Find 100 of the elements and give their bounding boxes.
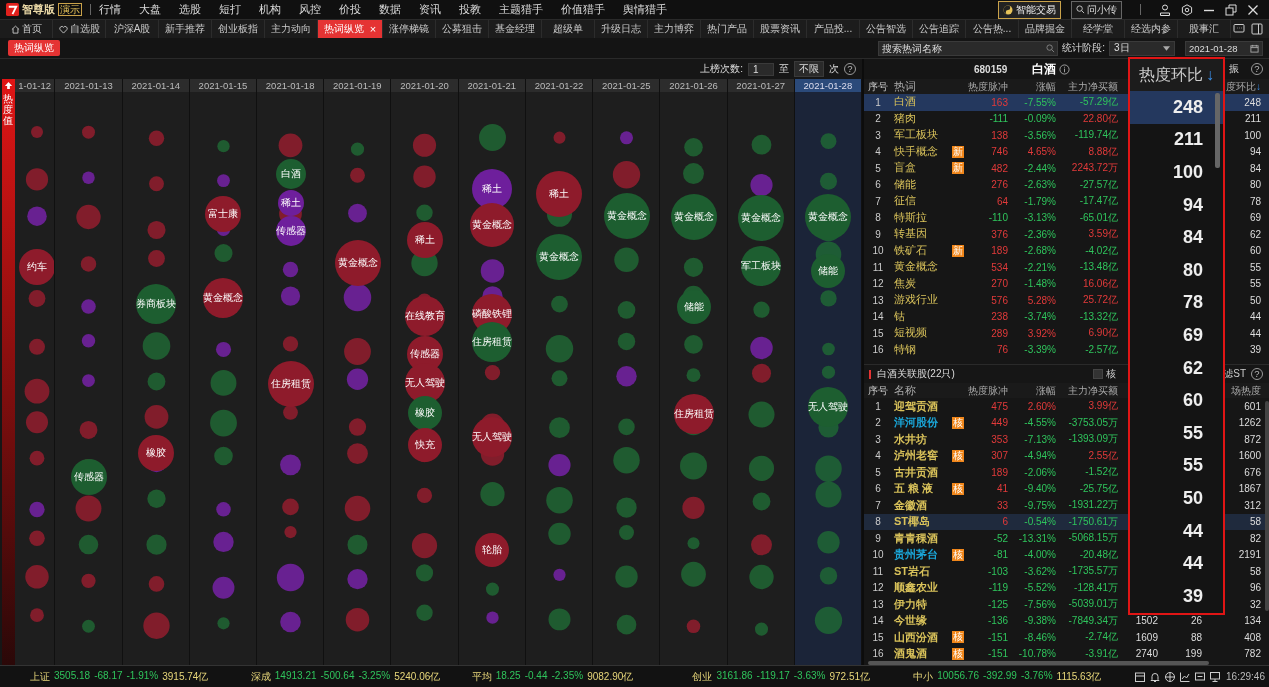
date-header[interactable]: 1-01-12: [14, 79, 55, 92]
topic-bubble[interactable]: 黄金概念: [603, 192, 650, 239]
topic-bubble[interactable]: 在线教育: [404, 295, 445, 336]
stock-name[interactable]: 酒鬼酒: [894, 647, 927, 660]
search-field[interactable]: 搜索热词名称: [878, 40, 1059, 56]
topic-bubble[interactable]: 住房租赁: [267, 360, 314, 407]
date-header[interactable]: 2021-01-27: [727, 79, 794, 92]
menu-item[interactable]: 行情: [99, 2, 121, 17]
calendar-icon[interactable]: [1134, 670, 1147, 683]
topic-bubble[interactable]: 黄金概念: [334, 239, 381, 286]
menu-item[interactable]: 投教: [459, 2, 481, 17]
date-field[interactable]: 2021-01-28: [1185, 40, 1263, 56]
stock-name[interactable]: 泸州老窖: [894, 449, 938, 462]
column-header[interactable]: 名称: [892, 383, 950, 398]
date-header[interactable]: 2021-01-25: [593, 79, 660, 92]
topic-bubble[interactable]: 快充: [407, 427, 442, 462]
topic-bubble[interactable]: 无人驾驶: [808, 387, 849, 428]
topic-bubble[interactable]: 黄金概念: [738, 195, 785, 242]
topic-bubble[interactable]: 黄金概念: [203, 278, 244, 319]
menu-item[interactable]: 主题猎手: [499, 2, 543, 17]
date-header[interactable]: 2021-01-14: [122, 79, 189, 92]
stock-name[interactable]: 贵州茅台: [894, 548, 938, 561]
topic-bubble[interactable]: 储能: [676, 290, 711, 325]
topic-bubble[interactable]: 稀土: [536, 171, 583, 218]
column-header[interactable]: 序号: [864, 383, 892, 398]
checkbox[interactable]: [1092, 369, 1103, 379]
menu-item[interactable]: 短打: [219, 2, 241, 17]
min-count-field[interactable]: 1: [748, 62, 774, 76]
column-header[interactable]: 序号: [864, 79, 892, 94]
menu-item[interactable]: 价值猎手: [561, 2, 605, 17]
menu-item[interactable]: 资讯: [419, 2, 441, 17]
menu-item[interactable]: 数据: [379, 2, 401, 17]
trade-button[interactable]: 智能交易: [998, 0, 1061, 19]
stock-name[interactable]: ST椰岛: [894, 515, 931, 528]
date-header[interactable]: 2021-01-18: [257, 79, 324, 92]
menu-item[interactable]: 舆情猎手: [623, 2, 667, 17]
column-header[interactable]: 主力净买额: [1058, 383, 1120, 398]
scrollbar-thumb[interactable]: [1215, 93, 1220, 168]
panel-icon[interactable]: [1251, 23, 1263, 35]
topic-bubble[interactable]: 传感器: [275, 216, 306, 247]
search-icon[interactable]: [1046, 43, 1056, 53]
assistant-search-button[interactable]: 问小传: [1071, 0, 1122, 19]
max-count-field[interactable]: 不限: [794, 61, 824, 77]
topic-bubble[interactable]: 黄金概念: [670, 193, 717, 240]
topic-bubble[interactable]: 黄金概念: [805, 193, 852, 240]
column-header[interactable]: 涨幅: [1010, 383, 1058, 398]
sort-arrow[interactable]: ↓: [1206, 66, 1214, 84]
date-header[interactable]: 2021-01-15: [189, 79, 257, 92]
menu-item[interactable]: 大盘: [139, 2, 161, 17]
topic-bubble[interactable]: 军工板块: [741, 245, 782, 286]
close-icon[interactable]: [1247, 3, 1259, 16]
topic-bubble[interactable]: 黄金概念: [470, 203, 515, 248]
restore-icon[interactable]: [1225, 3, 1237, 16]
user-icon[interactable]: [1159, 3, 1171, 16]
topic-bubble[interactable]: 券商板块: [136, 283, 177, 324]
checkbox-label[interactable]: 核: [1105, 367, 1116, 381]
column-header[interactable]: 涨幅: [1010, 79, 1058, 94]
column-header[interactable]: 主力净买额: [1058, 79, 1120, 94]
calendar-icon[interactable]: [1250, 43, 1259, 53]
stock-name[interactable]: 五 粮 液: [894, 482, 934, 495]
chat-icon[interactable]: [1233, 23, 1245, 35]
stock-name[interactable]: 今世缘: [894, 614, 927, 627]
topic-bubble[interactable]: 无人驾驶: [472, 416, 513, 457]
period-dropdown[interactable]: 3日: [1109, 40, 1175, 56]
stock-name[interactable]: 洋河股份: [894, 416, 938, 429]
topic-bubble[interactable]: 稀土: [406, 222, 443, 259]
globe-icon[interactable]: [1164, 670, 1177, 683]
tab[interactable]: 热词纵览 ×: [318, 20, 383, 38]
stock-name[interactable]: 古井贡酒: [894, 465, 938, 478]
line-chart-icon[interactable]: [1179, 670, 1192, 683]
monitor-icon[interactable]: [1209, 670, 1222, 683]
stock-name[interactable]: 迎驾贡酒: [894, 399, 938, 412]
date-header[interactable]: 2021-01-20: [391, 79, 458, 92]
message-icon[interactable]: [1194, 670, 1207, 683]
callout-header[interactable]: 热度环比: [1139, 64, 1203, 86]
page-chip[interactable]: 热词纵览: [8, 40, 60, 56]
settings-icon[interactable]: [1181, 3, 1193, 16]
stock-name[interactable]: 青青稞酒: [894, 531, 938, 544]
menu-item[interactable]: 价投: [339, 2, 361, 17]
stock-name[interactable]: 山西汾酒: [894, 630, 938, 643]
date-header[interactable]: 2021-01-19: [324, 79, 391, 92]
date-header[interactable]: 2021-01-21: [458, 79, 525, 92]
topic-bubble[interactable]: 富士康: [205, 196, 242, 233]
topic-bubble[interactable]: 轮胎: [475, 532, 510, 567]
date-header[interactable]: 2021-01-13: [55, 79, 122, 92]
date-header[interactable]: 2021-01-26: [660, 79, 727, 92]
menu-item[interactable]: 选股: [179, 2, 201, 17]
close-tab-icon[interactable]: ×: [369, 23, 377, 35]
vertical-scrollbar[interactable]: [1265, 401, 1269, 611]
topic-bubble[interactable]: 储能: [811, 253, 846, 288]
date-header[interactable]: 2021-01-22: [525, 79, 593, 92]
topic-bubble[interactable]: 传感器: [70, 459, 107, 496]
date-header[interactable]: 2021-01-28: [794, 79, 861, 92]
selected-row[interactable]: 248: [1130, 91, 1223, 124]
topic-bubble[interactable]: 白酒: [275, 159, 306, 190]
topic-bubble[interactable]: 住房租赁: [673, 394, 714, 435]
stock-name[interactable]: ST岩石: [894, 564, 931, 577]
topic-bubble[interactable]: 住房租赁: [472, 321, 513, 362]
bell-icon[interactable]: [1149, 670, 1162, 683]
column-header[interactable]: 热度脉冲: [966, 79, 1010, 94]
